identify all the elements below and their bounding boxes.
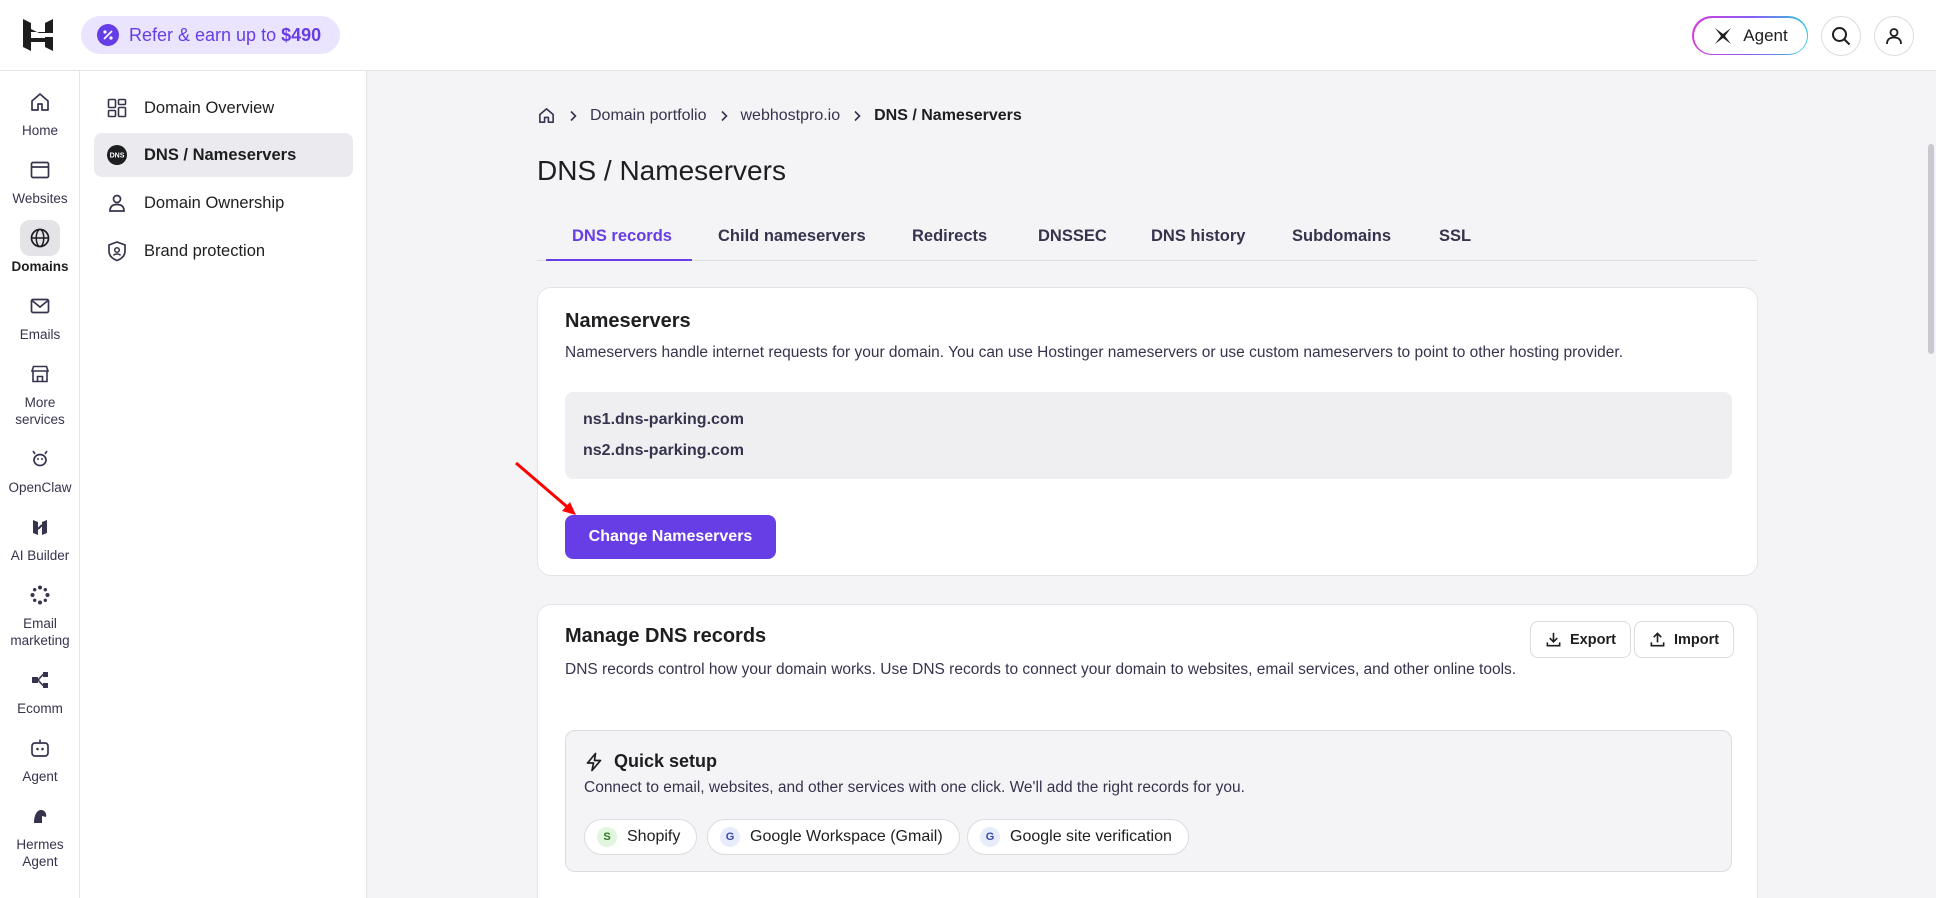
quick-setup-panel: Quick setup Connect to email, websites, … bbox=[565, 730, 1732, 872]
store-icon bbox=[30, 365, 50, 383]
claw-icon bbox=[32, 450, 48, 467]
subnav-item-brand-protection[interactable]: Brand protection bbox=[94, 229, 353, 273]
dns-records-description: DNS records control how your domain work… bbox=[565, 661, 1517, 678]
rail-item-home[interactable]: Home bbox=[0, 84, 80, 139]
domain-subnav: Domain Overview DNS DNS / Nameservers Do… bbox=[80, 71, 367, 898]
subnav-item-domain-ownership[interactable]: Domain Ownership bbox=[94, 181, 353, 225]
nameserver-list: ns1.dns-parking.com ns2.dns-parking.com bbox=[565, 392, 1732, 479]
breadcrumb-domain-portfolio[interactable]: Domain portfolio bbox=[590, 107, 707, 125]
chip-shopify[interactable]: S Shopify bbox=[584, 819, 698, 855]
user-icon bbox=[1886, 28, 1902, 45]
hermes-icon bbox=[34, 810, 47, 823]
rail-item-hermes-agent[interactable]: Hermes Agent bbox=[0, 798, 80, 870]
change-nameservers-button[interactable]: Change Nameservers bbox=[565, 515, 776, 559]
breadcrumb: Domain portfolio webhostpro.io DNS / Nam… bbox=[537, 106, 1022, 125]
quick-setup-title: Quick setup bbox=[584, 751, 717, 772]
subnav-label: Domain Overview bbox=[144, 98, 275, 117]
import-label: Import bbox=[1674, 631, 1720, 648]
export-button[interactable]: Export bbox=[1530, 621, 1631, 658]
account-button[interactable] bbox=[1874, 16, 1914, 56]
breadcrumb-current: DNS / Nameservers bbox=[874, 106, 1022, 124]
chevron-right-icon bbox=[720, 110, 728, 121]
discount-icon bbox=[97, 24, 119, 46]
rail-item-domains[interactable]: Domains bbox=[0, 220, 80, 275]
rail-item-more-services[interactable]: More services bbox=[0, 356, 80, 428]
subnav-item-domain-overview[interactable]: Domain Overview bbox=[94, 86, 353, 130]
top-bar: Refer & earn up to $490 Agent bbox=[0, 0, 1936, 71]
annotation-arrow bbox=[515, 461, 576, 515]
subnav-label: DNS / Nameservers bbox=[144, 145, 297, 164]
dns-tabs: DNS records Child nameservers Redirects … bbox=[537, 212, 1757, 261]
google-icon: G bbox=[980, 827, 1000, 847]
subnav-label: Domain Ownership bbox=[144, 193, 285, 212]
agent-icon bbox=[1715, 27, 1732, 44]
nameservers-description: Nameservers handle internet requests for… bbox=[565, 344, 1623, 361]
main-nav-rail: Home Websites Domains Emails More servic… bbox=[0, 71, 80, 898]
mail-icon bbox=[30, 298, 50, 314]
scrollbar-thumb[interactable] bbox=[1928, 144, 1934, 354]
page-title: DNS / Nameservers bbox=[537, 155, 786, 186]
home-icon bbox=[31, 93, 49, 111]
tab-redirects[interactable]: Redirects bbox=[912, 212, 987, 261]
tab-ssl[interactable]: SSL bbox=[1439, 212, 1471, 261]
search-icon bbox=[1832, 27, 1851, 46]
dns-icon: DNS bbox=[107, 145, 127, 165]
subnav-label: Brand protection bbox=[144, 241, 266, 260]
browser-icon bbox=[30, 161, 50, 179]
dns-records-title: Manage DNS records bbox=[565, 625, 767, 647]
rail-item-agent[interactable]: Agent bbox=[0, 730, 80, 785]
chevron-right-icon bbox=[854, 110, 861, 121]
ecomm-icon bbox=[32, 672, 48, 688]
dns-records-card: Manage DNS records DNS records control h… bbox=[537, 604, 1758, 898]
google-icon: G bbox=[720, 827, 740, 847]
tab-dnssec[interactable]: DNSSEC bbox=[1038, 212, 1107, 261]
shield-icon bbox=[108, 241, 126, 262]
tab-subdomains[interactable]: Subdomains bbox=[1292, 212, 1391, 261]
rail-item-openclaw[interactable]: OpenClaw bbox=[0, 441, 80, 496]
home-icon[interactable] bbox=[537, 106, 556, 125]
tab-dns-history[interactable]: DNS history bbox=[1151, 212, 1245, 261]
export-label: Export bbox=[1570, 631, 1616, 648]
hostinger-logo[interactable] bbox=[20, 17, 56, 53]
robot-icon bbox=[31, 739, 49, 757]
agent-label: Agent bbox=[1743, 25, 1788, 45]
chip-google-workspace[interactable]: G Google Workspace (Gmail) bbox=[707, 819, 960, 855]
tab-child-nameservers[interactable]: Child nameservers bbox=[718, 212, 866, 261]
active-tab-indicator bbox=[546, 259, 692, 261]
breadcrumb-domain[interactable]: webhostpro.io bbox=[741, 107, 841, 125]
rail-item-ai-builder[interactable]: AI Builder bbox=[0, 509, 80, 564]
rail-item-emails[interactable]: Emails bbox=[0, 288, 80, 343]
subnav-item-dns-nameservers[interactable]: DNS DNS / Nameservers bbox=[94, 133, 353, 177]
shopify-icon: S bbox=[597, 827, 617, 847]
import-button[interactable]: Import bbox=[1634, 621, 1735, 658]
refer-text: Refer & earn up to $490 bbox=[129, 24, 322, 45]
nameserver-1: ns1.dns-parking.com bbox=[583, 411, 744, 428]
person-icon bbox=[109, 194, 125, 212]
grid-icon bbox=[107, 98, 127, 118]
chip-google-site-verification[interactable]: G Google site verification bbox=[967, 819, 1189, 855]
nameservers-title: Nameservers bbox=[565, 310, 691, 332]
lightning-icon bbox=[586, 752, 602, 771]
refer-earn-banner[interactable]: Refer & earn up to $490 bbox=[81, 16, 341, 54]
upload-icon bbox=[1650, 632, 1665, 647]
svg-text:DNS: DNS bbox=[110, 153, 125, 160]
download-icon bbox=[1546, 632, 1561, 647]
tab-dns-records[interactable]: DNS records bbox=[572, 212, 672, 261]
search-button[interactable] bbox=[1821, 16, 1861, 56]
chevron-right-icon bbox=[570, 110, 577, 121]
sparkle-icon bbox=[30, 585, 50, 605]
ai-builder-icon bbox=[33, 520, 47, 535]
rail-item-email-marketing[interactable]: Email marketing bbox=[0, 577, 80, 649]
rail-item-websites[interactable]: Websites bbox=[0, 152, 80, 207]
globe-icon bbox=[30, 228, 50, 248]
agent-button[interactable]: Agent bbox=[1692, 16, 1808, 55]
nameserver-2: ns2.dns-parking.com bbox=[583, 442, 744, 459]
rail-item-ecomm[interactable]: Ecomm bbox=[0, 662, 80, 717]
quick-setup-description: Connect to email, websites, and other se… bbox=[584, 779, 1245, 796]
page-scrollbar[interactable] bbox=[1926, 71, 1936, 898]
nameservers-card: Nameservers Nameservers handle internet … bbox=[537, 287, 1758, 576]
